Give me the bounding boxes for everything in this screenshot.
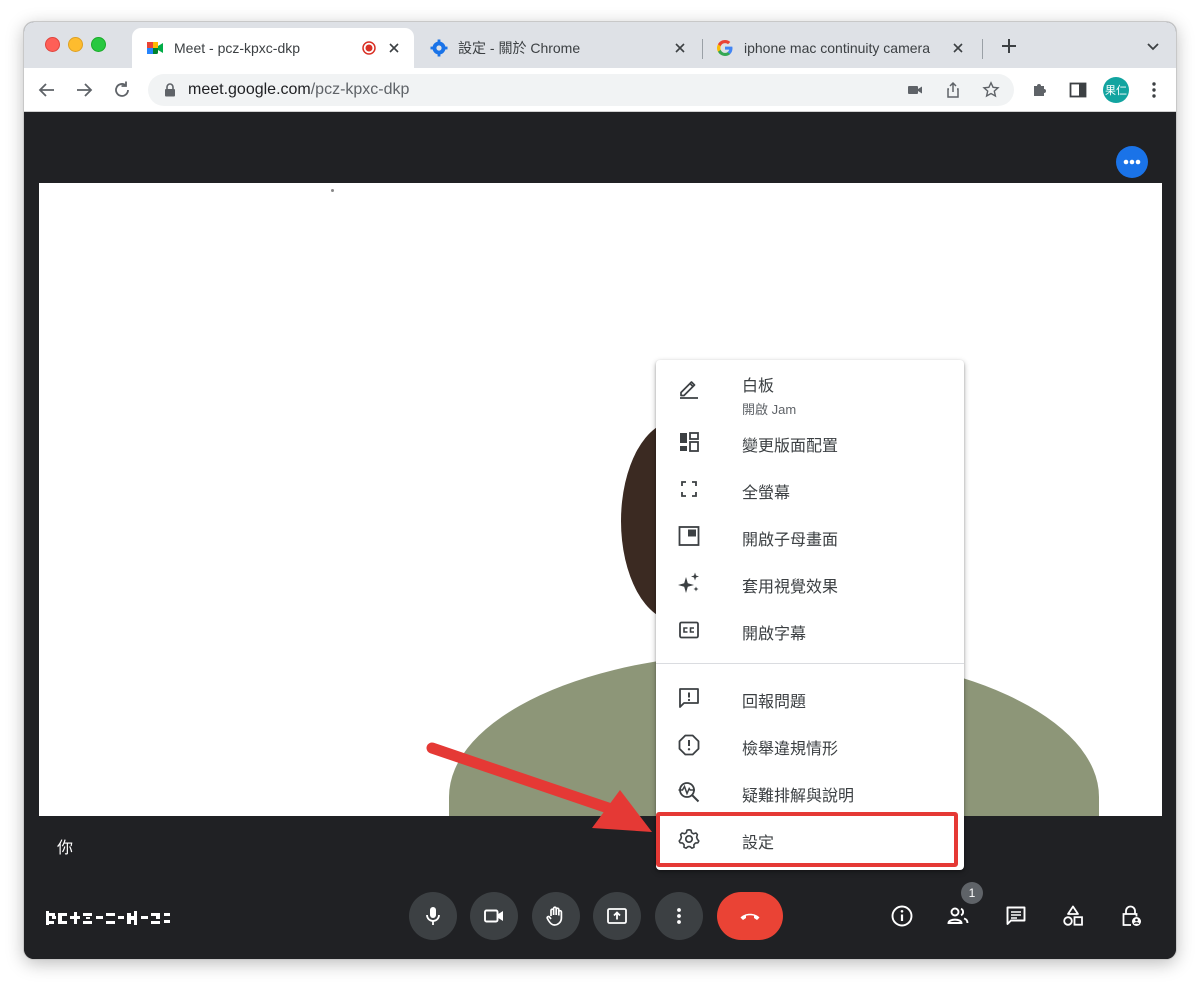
menu-item-label: 疑難排解與說明 <box>742 788 855 805</box>
menu-item-label: 檢舉違規情形 <box>742 741 839 758</box>
menu-item-label: 變更版面配置 <box>742 438 839 455</box>
leave-call-button[interactable] <box>717 892 783 940</box>
recording-icon <box>362 41 376 55</box>
menu-item-troubleshooting[interactable]: 疑難排解與說明 <box>656 768 964 815</box>
dust-speck <box>331 189 334 192</box>
host-controls-lock-icon[interactable] <box>1119 904 1143 928</box>
window-minimize-button[interactable] <box>68 37 83 52</box>
tab-title: Meet - pcz-kpxc-dkp <box>174 40 301 56</box>
microphone-icon <box>426 907 440 925</box>
sparkle-icon <box>678 572 699 593</box>
close-icon[interactable] <box>386 40 402 56</box>
menu-divider <box>656 663 964 664</box>
profile-avatar[interactable]: 果仁 <box>1103 77 1129 103</box>
raise-hand-button[interactable] <box>532 892 580 940</box>
fullscreen-icon <box>681 481 697 497</box>
layout-icon <box>680 432 699 452</box>
present-to-all-icon <box>607 908 627 924</box>
close-icon[interactable] <box>950 40 966 56</box>
google-icon <box>717 40 733 56</box>
menu-item-whiteboard[interactable]: 白板 開啟 Jam <box>656 364 964 422</box>
url-host: meet.google.com <box>188 81 311 98</box>
pen-icon <box>680 381 698 399</box>
participant-count-badge: 1 <box>961 882 983 904</box>
share-icon[interactable] <box>944 81 962 99</box>
more-options-menu: 白板 開啟 Jam 變更版面配置 全螢幕 開啟子母畫面 套用視覺效果 開啟字幕 … <box>656 360 964 870</box>
picture-in-picture-icon <box>678 526 700 546</box>
settings-highlight-box <box>656 812 958 867</box>
tab-settings[interactable]: 設定 - 關於 Chrome <box>416 28 700 68</box>
chrome-settings-icon <box>430 39 448 57</box>
extensions-puzzle-icon[interactable] <box>1030 80 1050 100</box>
google-meet-icon <box>147 42 163 54</box>
side-panel-icon[interactable] <box>1068 80 1088 100</box>
people-icon[interactable] <box>946 904 970 928</box>
more-options-button[interactable] <box>655 892 703 940</box>
annotation-red-arrow <box>426 742 652 832</box>
menu-item-picture-in-picture[interactable]: 開啟子母畫面 <box>656 512 964 559</box>
back-arrow-icon[interactable] <box>36 79 58 101</box>
lock-icon[interactable] <box>164 83 176 97</box>
camera-button[interactable] <box>470 892 518 940</box>
troubleshoot-icon <box>678 782 700 803</box>
feedback-icon <box>679 688 699 708</box>
report-icon <box>678 734 700 756</box>
info-icon[interactable] <box>890 904 914 928</box>
menu-item-report-problem[interactable]: 回報問題 <box>656 674 964 721</box>
window-close-button[interactable] <box>45 37 60 52</box>
camera-in-use-icon[interactable] <box>906 81 924 99</box>
obscured-meeting-code <box>46 911 170 925</box>
url-text: meet.google.com/pcz-kpxc-dkp <box>188 81 409 99</box>
tab-google-search[interactable]: iphone mac continuity camera <box>702 28 978 68</box>
forward-arrow-icon[interactable] <box>73 79 95 101</box>
menu-item-visual-effects[interactable]: 套用視覺效果 <box>656 559 964 606</box>
present-screen-button[interactable] <box>593 892 641 940</box>
tab-search-chevron-icon[interactable] <box>1144 37 1162 55</box>
closed-caption-icon <box>679 621 699 639</box>
more-vertical-icon <box>677 908 681 924</box>
menu-item-fullscreen[interactable]: 全螢幕 <box>656 465 964 512</box>
menu-item-label: 開啟子母畫面 <box>742 532 839 549</box>
menu-item-label: 全螢幕 <box>742 485 791 502</box>
more-horizontal-icon <box>1123 159 1141 165</box>
microphone-button[interactable] <box>409 892 457 940</box>
tab-title: 設定 - 關於 Chrome <box>458 40 581 56</box>
videocam-icon <box>484 909 503 923</box>
call-end-icon <box>740 913 760 920</box>
kebab-menu-icon[interactable] <box>1144 80 1164 100</box>
tab-strip: Meet - pcz-kpxc-dkp 設定 - 關於 Chrome iphon… <box>24 22 1176 68</box>
menu-item-change-layout[interactable]: 變更版面配置 <box>656 418 964 465</box>
menu-item-report-abuse[interactable]: 檢舉違規情形 <box>656 721 964 768</box>
tab-title: iphone mac continuity camera <box>744 40 930 56</box>
address-bar[interactable]: meet.google.com/pcz-kpxc-dkp <box>148 74 1014 106</box>
close-icon[interactable] <box>672 40 688 56</box>
chat-icon[interactable] <box>1004 904 1028 928</box>
tile-options-button[interactable] <box>1116 146 1148 178</box>
self-name-label: 你 <box>57 840 74 857</box>
menu-item-captions[interactable]: 開啟字幕 <box>656 606 964 653</box>
tab-meet[interactable]: Meet - pcz-kpxc-dkp <box>132 28 414 68</box>
hand-icon <box>546 906 563 926</box>
tab-divider <box>982 39 983 59</box>
browser-toolbar: meet.google.com/pcz-kpxc-dkp 果仁 <box>24 68 1176 112</box>
menu-item-label: 白板 <box>742 378 775 395</box>
bookmark-star-icon[interactable] <box>982 81 1000 99</box>
window-zoom-button[interactable] <box>91 37 106 52</box>
menu-item-label: 回報問題 <box>742 694 807 711</box>
menu-item-label: 套用視覺效果 <box>742 579 839 596</box>
menu-item-label: 開啟字幕 <box>742 626 807 643</box>
self-video-tile <box>39 183 1162 816</box>
new-tab-icon[interactable] <box>998 35 1020 57</box>
activities-icon[interactable] <box>1061 904 1085 928</box>
url-path: /pcz-kpxc-dkp <box>310 81 410 98</box>
menu-item-sublabel: 開啟 Jam <box>742 402 797 417</box>
reload-icon[interactable] <box>111 79 133 101</box>
